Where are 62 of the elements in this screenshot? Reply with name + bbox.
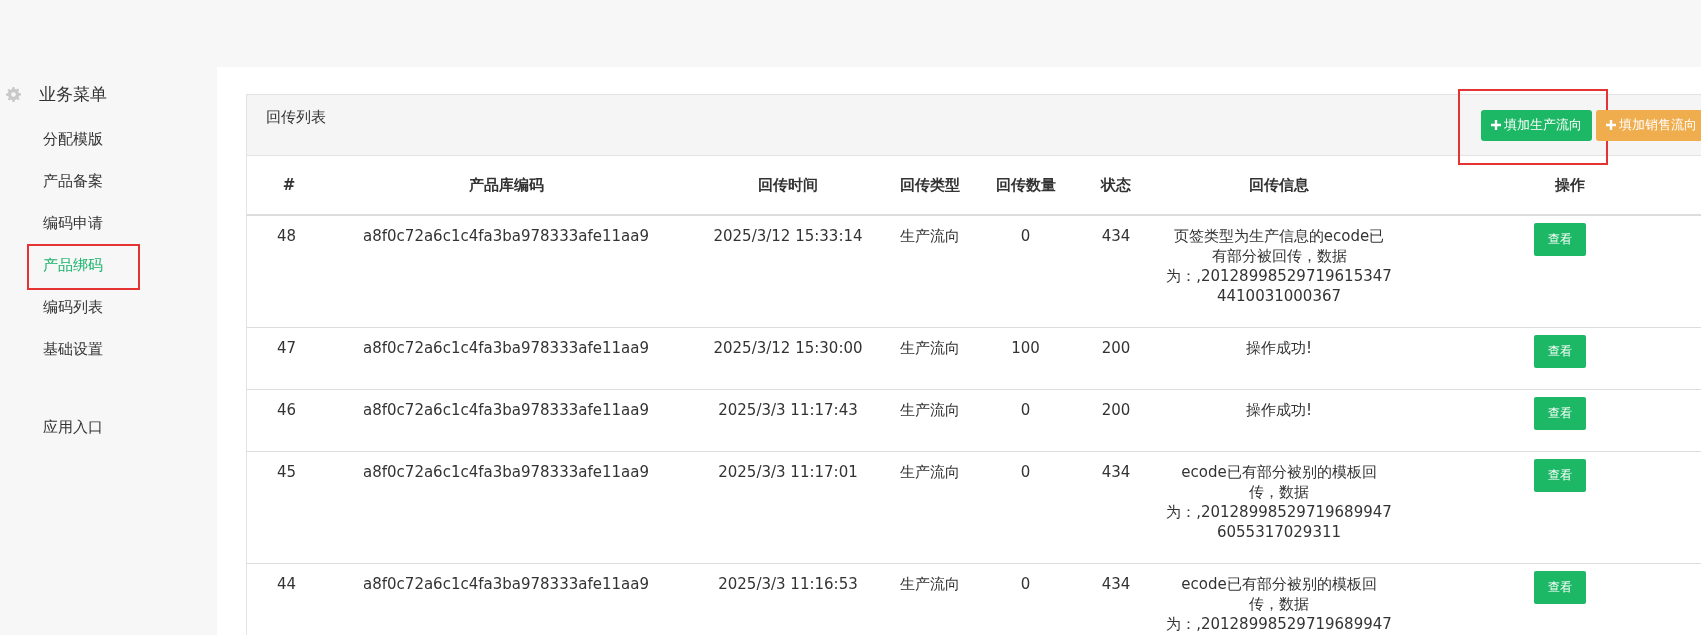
panel-title: 回传列表 xyxy=(266,108,326,127)
table-cell: 46 xyxy=(247,389,331,452)
table-cell: 2025/3/12 15:30:00 xyxy=(681,327,895,390)
view-button[interactable]: 查看 xyxy=(1533,571,1586,604)
sidebar-item[interactable]: 编码列表 xyxy=(43,297,103,317)
table-cell: ecode已有部分被别的模板回 传，数据 为：,20128998529719689947 xyxy=(1146,563,1412,635)
view-button[interactable]: 查看 xyxy=(1533,223,1586,256)
column-header: 操作 xyxy=(1412,156,1701,215)
table-cell: 生产流向 xyxy=(895,327,965,390)
column-header: 回传类型 xyxy=(895,156,965,215)
view-button[interactable]: 查看 xyxy=(1533,397,1586,430)
table-cell: a8f0c72a6c1c4fa3ba978333afe11aa9 xyxy=(331,563,681,635)
table-cell: 2025/3/3 11:16:53 xyxy=(681,563,895,635)
table-cell: 0 xyxy=(965,389,1086,452)
column-header: 回传数量 xyxy=(965,156,1086,215)
table-cell: 100 xyxy=(965,327,1086,390)
add-button[interactable]: 填加销售流向 xyxy=(1596,109,1701,141)
table-cell: 2025/3/12 15:33:14 xyxy=(681,215,895,328)
add-button[interactable]: 填加生产流向 xyxy=(1481,109,1592,141)
table-cell: 200 xyxy=(1086,327,1146,390)
table-cell: 页签类型为生产信息的ecode已 有部分被回传，数据 为：,20128998529719615347 4410031000367 xyxy=(1146,215,1412,328)
plus-icon xyxy=(1606,120,1616,130)
table-cell: 操作成功! xyxy=(1146,389,1412,452)
plus-icon xyxy=(1491,120,1501,130)
table-cell: ecode已有部分被别的模板回 传，数据 为：,20128998529719689947 6055317029311 xyxy=(1146,451,1412,564)
view-button[interactable]: 查看 xyxy=(1533,335,1586,368)
table-cell: a8f0c72a6c1c4fa3ba978333afe11aa9 xyxy=(331,389,681,452)
table-cell: 200 xyxy=(1086,389,1146,452)
gear-icon xyxy=(6,87,21,102)
sidebar-item[interactable]: 产品备案 xyxy=(43,171,103,191)
table-cell: 0 xyxy=(965,215,1086,328)
table-cell: 生产流向 xyxy=(895,215,965,328)
menu-heading: 业务菜单 xyxy=(39,83,107,106)
sidebar-item[interactable]: 应用入口 xyxy=(43,417,103,437)
view-button[interactable]: 查看 xyxy=(1533,459,1586,492)
table-cell: 2025/3/3 11:17:01 xyxy=(681,451,895,564)
table-cell: 2025/3/3 11:17:43 xyxy=(681,389,895,452)
table-cell: 47 xyxy=(247,327,331,390)
column-header: # xyxy=(247,156,331,215)
table-cell: 434 xyxy=(1086,563,1146,635)
table-cell: 434 xyxy=(1086,215,1146,328)
column-header: 产品库编码 xyxy=(331,156,681,215)
sidebar-item[interactable]: 产品绑码 xyxy=(43,255,103,275)
sidebar-item[interactable]: 编码申请 xyxy=(43,213,103,233)
table-cell: 操作成功! xyxy=(1146,327,1412,390)
sidebar-item[interactable]: 分配模版 xyxy=(43,129,103,149)
column-header: 状态 xyxy=(1086,156,1146,215)
column-header: 回传时间 xyxy=(681,156,895,215)
table-cell: a8f0c72a6c1c4fa3ba978333afe11aa9 xyxy=(331,327,681,390)
column-header: 回传信息 xyxy=(1146,156,1412,215)
table-cell: a8f0c72a6c1c4fa3ba978333afe11aa9 xyxy=(331,215,681,328)
table-cell: 48 xyxy=(247,215,331,328)
table-cell: 0 xyxy=(965,563,1086,635)
table-cell: 0 xyxy=(965,451,1086,564)
table-cell: 44 xyxy=(247,563,331,635)
table-cell: 生产流向 xyxy=(895,389,965,452)
table-cell: a8f0c72a6c1c4fa3ba978333afe11aa9 xyxy=(331,451,681,564)
table-cell: 生产流向 xyxy=(895,563,965,635)
table-cell: 45 xyxy=(247,451,331,564)
sidebar-item[interactable]: 基础设置 xyxy=(43,339,103,359)
table-cell: 生产流向 xyxy=(895,451,965,564)
table-cell: 434 xyxy=(1086,451,1146,564)
